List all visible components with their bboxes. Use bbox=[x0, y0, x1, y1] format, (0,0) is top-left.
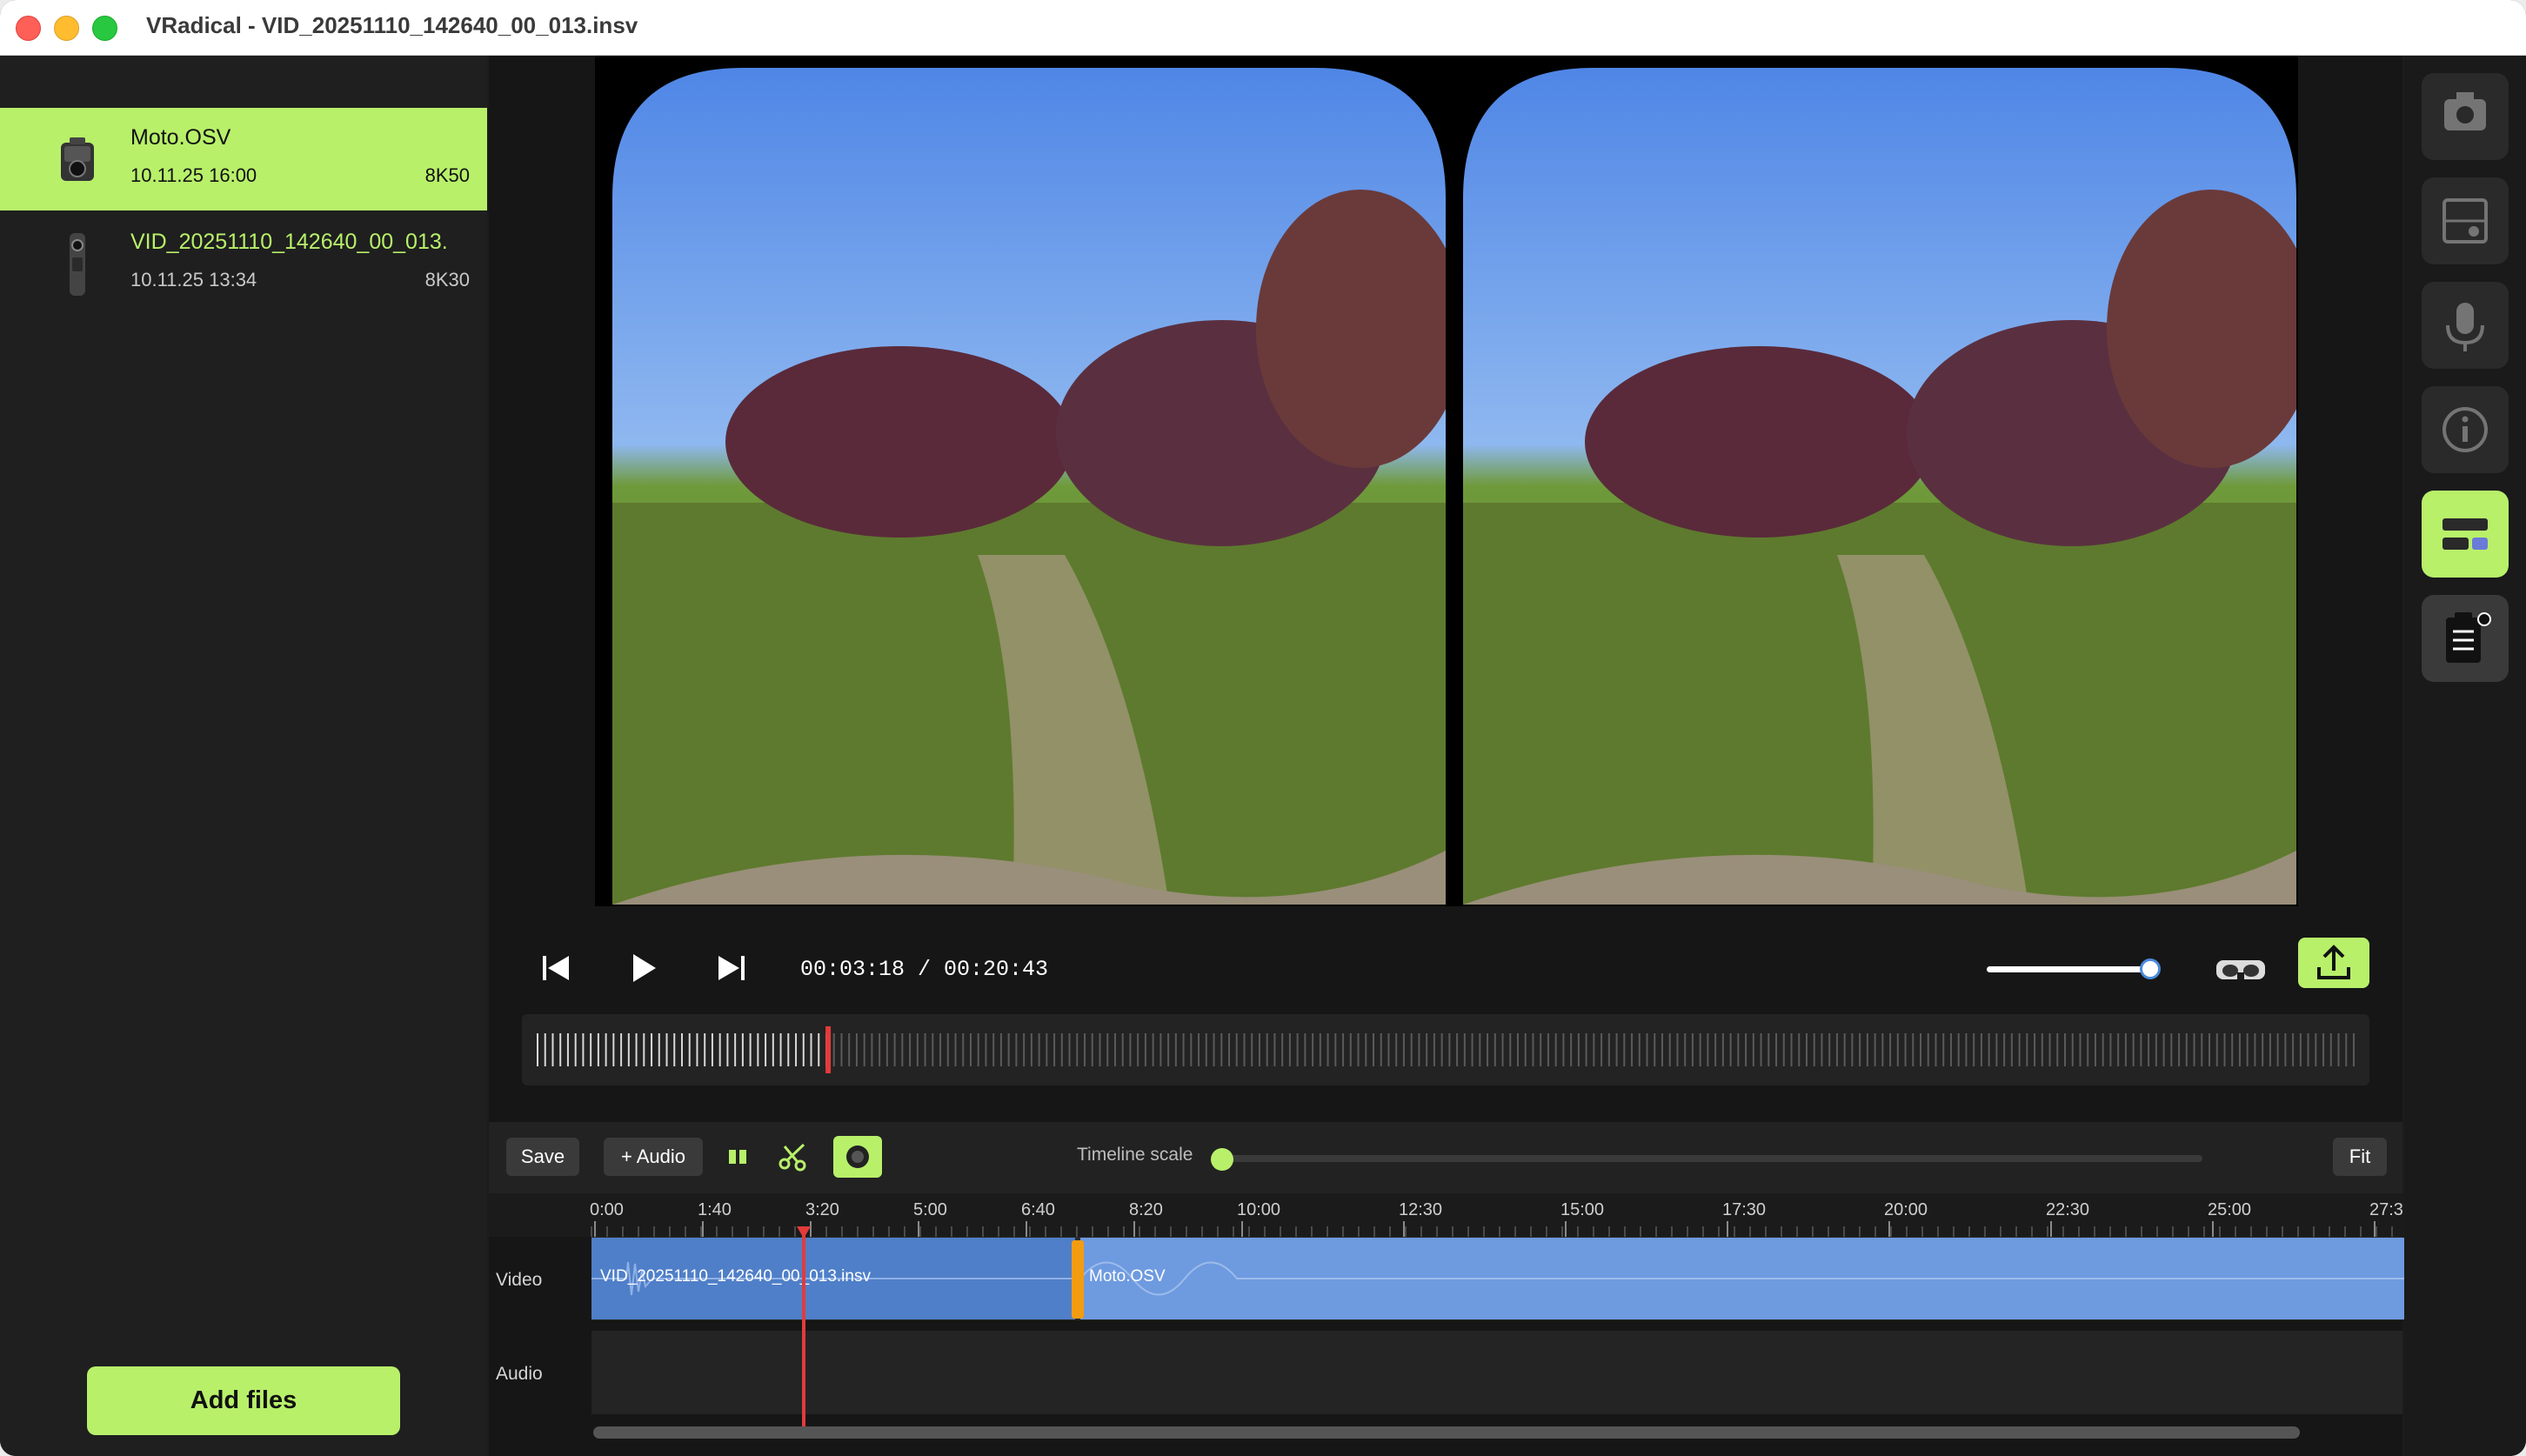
window-title: VRadical - VID_20251110_142640_00_013.in… bbox=[146, 12, 638, 38]
ruler-tick-label: 3:20 bbox=[805, 1200, 839, 1219]
info-button[interactable] bbox=[2422, 386, 2509, 473]
gear-icon bbox=[846, 1145, 869, 1168]
timeline-scrollbar[interactable] bbox=[593, 1426, 2300, 1439]
ruler-tick-label: 25:00 bbox=[2208, 1200, 2252, 1219]
clip-waveform bbox=[1080, 1261, 2411, 1296]
main-area: 00:03:18 / 00:20:43 Save + Audio Timelin… bbox=[489, 56, 2411, 1456]
audio-button[interactable] bbox=[2422, 282, 2509, 369]
add-audio-button[interactable]: + Audio bbox=[604, 1138, 703, 1176]
file-resolution: 8K50 bbox=[424, 164, 470, 186]
stabilize-button[interactable] bbox=[833, 1136, 882, 1178]
timeline-scale-track[interactable] bbox=[1226, 1155, 2202, 1162]
export-button[interactable] bbox=[2298, 938, 2369, 988]
camera-settings-icon bbox=[2444, 92, 2486, 130]
clip-split-marker[interactable] bbox=[1072, 1240, 1084, 1319]
file-date: 10.11.25 16:00 bbox=[130, 164, 257, 186]
audio-track-label: Audio bbox=[496, 1364, 543, 1384]
scrub-bar[interactable] bbox=[522, 1014, 2369, 1085]
ruler-tick-label: 1:40 bbox=[698, 1200, 732, 1219]
file-item-vid[interactable]: VID_20251110_142640_00_013. 10.11.25 13:… bbox=[0, 212, 487, 315]
file-name: Moto.OSV bbox=[130, 125, 231, 150]
file-resolution: 8K30 bbox=[424, 269, 470, 291]
ruler-tick-label: 17:30 bbox=[1722, 1200, 1767, 1219]
stereo-video-preview bbox=[595, 56, 2298, 906]
file-sidebar: Moto.OSV 10.11.25 16:00 8K50 VID_2025111… bbox=[0, 56, 487, 1456]
file-item-moto[interactable]: Moto.OSV 10.11.25 16:00 8K50 bbox=[0, 108, 487, 210]
video-clip[interactable]: Moto.OSV bbox=[1080, 1238, 2411, 1319]
skip-back-icon[interactable] bbox=[534, 946, 578, 990]
video-track-label: Video bbox=[496, 1270, 543, 1290]
calibration-button[interactable] bbox=[2422, 177, 2509, 264]
clip-name: VID_20251110_142640_00_013.insv bbox=[600, 1267, 871, 1286]
ruler-tick-label: 27:30 bbox=[2369, 1200, 2402, 1219]
ruler-tick-label: 6:40 bbox=[1021, 1200, 1055, 1219]
add-files-button[interactable]: Add files bbox=[87, 1366, 400, 1435]
scrub-ticks bbox=[537, 1026, 2355, 1073]
layout-icon bbox=[2442, 518, 2488, 550]
task-list-button[interactable] bbox=[2422, 595, 2509, 682]
video-clip[interactable]: VID_20251110_142640_00_013.insv bbox=[591, 1238, 1075, 1319]
camera-settings-button[interactable] bbox=[2422, 73, 2509, 160]
skip-forward-icon[interactable] bbox=[710, 946, 753, 990]
timecode-display: 00:03:18 / 00:20:43 bbox=[800, 957, 1049, 982]
fit-button[interactable]: Fit bbox=[2333, 1138, 2387, 1176]
right-eye-view bbox=[1463, 68, 2296, 905]
save-button[interactable]: Save bbox=[506, 1138, 579, 1176]
clip-name: Moto.OSV bbox=[1089, 1267, 1166, 1286]
app-window: VRadical - VID_20251110_142640_00_013.in… bbox=[0, 0, 2526, 1456]
ruler-tick-label: 8:20 bbox=[1129, 1200, 1163, 1219]
file-date: 10.11.25 13:34 bbox=[130, 269, 257, 291]
split-view-icon[interactable] bbox=[718, 1138, 757, 1176]
minimize-window-button[interactable] bbox=[54, 16, 79, 41]
vr-headset-icon[interactable] bbox=[2213, 953, 2269, 986]
maximize-window-button[interactable] bbox=[92, 16, 117, 41]
audio-icon bbox=[2446, 303, 2484, 351]
volume-slider-track[interactable] bbox=[1987, 966, 2150, 972]
ruler-tick-label: 0:00 bbox=[590, 1200, 624, 1219]
ruler-tick-label: 15:00 bbox=[1560, 1200, 1605, 1219]
left-eye-view bbox=[612, 68, 1446, 905]
volume-slider-knob[interactable] bbox=[2140, 958, 2161, 979]
timeline-toolbar: Save + Audio Timeline scale Fit bbox=[489, 1122, 2402, 1193]
ruler-tick-label: 5:00 bbox=[913, 1200, 947, 1219]
scrub-playhead bbox=[825, 1026, 832, 1073]
calibration-icon bbox=[2442, 198, 2488, 244]
info-icon bbox=[2442, 407, 2488, 452]
ruler-tick-label: 22:30 bbox=[2046, 1200, 2090, 1219]
timeline-scale-label: Timeline scale bbox=[1077, 1145, 1193, 1165]
ruler-tick-label: 20:00 bbox=[1884, 1200, 1928, 1219]
scissors-icon[interactable] bbox=[774, 1138, 812, 1176]
camera-thumbnail-icon bbox=[70, 233, 85, 296]
play-icon[interactable] bbox=[621, 946, 665, 990]
close-window-button[interactable] bbox=[16, 16, 41, 41]
audio-track[interactable] bbox=[591, 1331, 2402, 1414]
ruler-tick-label: 12:30 bbox=[1399, 1200, 1443, 1219]
title-bar: VRadical - VID_20251110_142640_00_013.in… bbox=[0, 0, 2526, 56]
task-list-icon bbox=[2446, 612, 2491, 663]
timeline-ruler[interactable]: 0:00 1:40 3:20 5:00 6:40 8:20 10:00 12:30 15:00 1… bbox=[489, 1193, 2402, 1237]
timeline-playhead[interactable] bbox=[795, 1226, 812, 1435]
timeline-scale-knob[interactable] bbox=[1211, 1148, 1233, 1171]
upload-icon bbox=[2317, 945, 2350, 979]
ruler-ticks bbox=[591, 1221, 2393, 1237]
layout-button[interactable] bbox=[2422, 491, 2509, 578]
file-name: VID_20251110_142640_00_013. bbox=[130, 230, 448, 254]
ruler-tick-label: 10:00 bbox=[1237, 1200, 1281, 1219]
tool-panel bbox=[2404, 56, 2526, 1456]
camera-thumbnail-icon bbox=[61, 137, 94, 181]
